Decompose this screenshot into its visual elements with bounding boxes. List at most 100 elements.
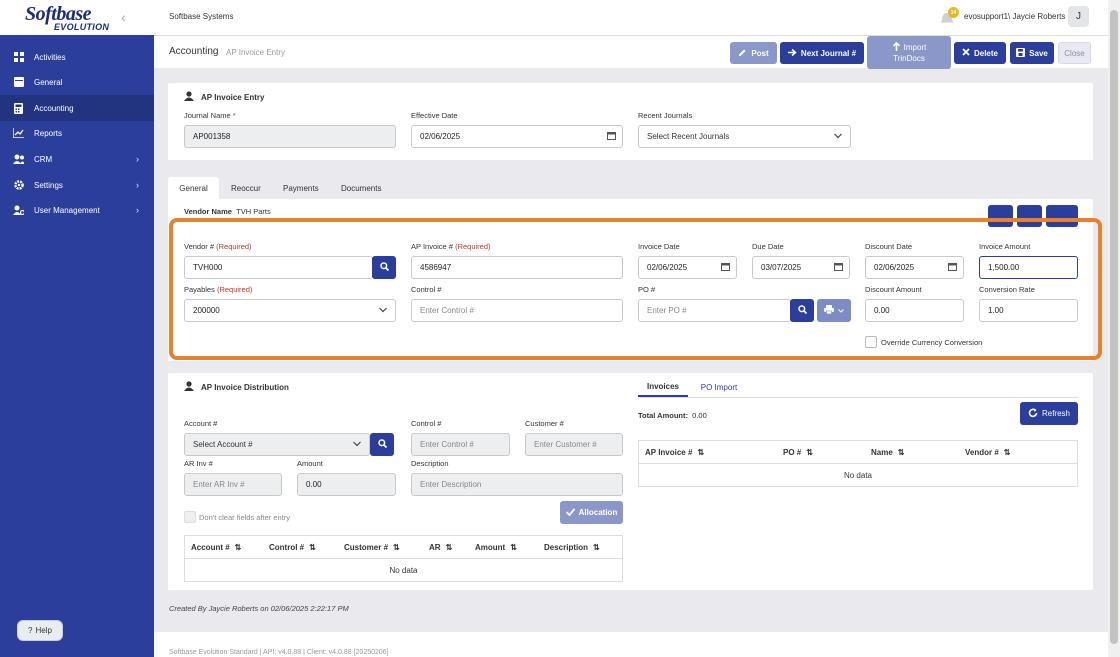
ar-inv-label: AR Inv #: [184, 459, 213, 468]
customer-field[interactable]: Enter Customer #: [525, 433, 623, 456]
journal-name-value: AP001358: [193, 132, 231, 141]
required-star: *: [232, 111, 236, 120]
footer-text: Softbase Evolution Standard | API: v4.0.…: [169, 649, 389, 656]
scrollbar[interactable]: [1108, 0, 1120, 657]
import-label: Import: [903, 43, 927, 52]
post-button[interactable]: Post: [730, 42, 777, 64]
avatar[interactable]: J: [1068, 6, 1089, 27]
tab-documents[interactable]: Documents: [341, 184, 381, 193]
refresh-button[interactable]: Refresh: [1020, 402, 1078, 425]
ar-inv-field[interactable]: Enter AR Inv #: [184, 473, 282, 496]
sidebar-item-accounting[interactable]: Accounting: [0, 95, 154, 121]
account-search-button[interactable]: [370, 433, 394, 456]
collapse-sidebar-icon[interactable]: ‹: [121, 9, 126, 25]
col-name[interactable]: Name ⇅: [871, 448, 905, 457]
next-journal-button[interactable]: Next Journal #: [780, 42, 864, 64]
col-label: Name: [871, 448, 893, 457]
sidebar-item-label: Settings: [34, 180, 63, 190]
ar-inv-placeholder: Enter AR Inv #: [193, 480, 245, 489]
amount-field[interactable]: 0.00: [297, 473, 396, 496]
sidebar-item-reports[interactable]: Reports: [0, 120, 154, 146]
col-ar[interactable]: AR ⇅: [429, 543, 452, 552]
tab-payments[interactable]: Payments: [283, 184, 319, 193]
save-button[interactable]: Save: [1010, 42, 1054, 64]
close-button[interactable]: Close: [1058, 42, 1091, 64]
col-ap-invoice[interactable]: AP Invoice # ⇅: [645, 448, 704, 457]
col-customer[interactable]: Customer # ⇅: [344, 543, 400, 552]
no-data-text: No data: [389, 565, 418, 575]
chevron-down-icon: [353, 440, 361, 449]
tab-reoccur[interactable]: Reoccur: [231, 184, 261, 193]
dist-control-field[interactable]: Enter Control #: [411, 433, 510, 456]
recent-journals-select[interactable]: Select Recent Journals: [638, 125, 851, 148]
pencil-icon: [738, 48, 747, 59]
tab-label: Reoccur: [231, 184, 261, 193]
dont-clear-checkbox[interactable]: [184, 511, 196, 523]
effective-date-value: 02/06/2025: [420, 132, 461, 141]
help-button[interactable]: ? Help: [17, 620, 63, 641]
sidebar-item-crm[interactable]: CRM ›: [0, 146, 154, 172]
save-icon: [1016, 47, 1026, 59]
sort-icon: ⇅: [309, 543, 316, 552]
sidebar-item-settings[interactable]: Settings ›: [0, 172, 154, 198]
calculator-icon: [13, 102, 24, 114]
scrollbar-thumb[interactable]: [1110, 10, 1118, 644]
sort-icon: ⇅: [234, 543, 242, 552]
delete-label: Delete: [973, 48, 998, 58]
sidebar-item-user-management[interactable]: User Management ›: [0, 197, 154, 223]
tab-label: PO Import: [700, 383, 738, 392]
close-label: Close: [1064, 48, 1085, 58]
notification-badge: 14: [948, 7, 959, 18]
total-amount: Total Amount: 0.00: [638, 411, 707, 420]
col-vendor[interactable]: Vendor # ⇅: [965, 448, 1011, 457]
tab-general[interactable]: General: [168, 177, 219, 199]
created-by-text: Created By Jaycie Roberts on 02/06/2025 …: [169, 604, 349, 613]
close-icon: [962, 48, 970, 58]
logo: Softbase EVOLUTION ‹: [0, 0, 154, 35]
tab-label: Payments: [283, 184, 319, 193]
save-label: Save: [1029, 48, 1048, 58]
distribution-title: AP Invoice Distribution: [184, 381, 289, 393]
calendar-icon[interactable]: [607, 131, 616, 142]
amount-value: 0.00: [306, 480, 322, 489]
sidebar-item-activities[interactable]: Activities: [0, 44, 154, 70]
journal-name-field[interactable]: AP001358: [184, 125, 396, 148]
user-label[interactable]: evosupport1\ Jaycie Roberts: [964, 12, 1065, 21]
table-icon: [13, 77, 24, 88]
tab-divider: [638, 397, 1078, 398]
vendor-name-label: Vendor Name TVH Parts: [184, 207, 271, 216]
total-amount-label: Total Amount:: [638, 411, 688, 420]
journal-name-label: Journal Name *: [184, 111, 236, 120]
col-amount[interactable]: Amount ⇅: [475, 543, 517, 552]
topbar: Softbase Systems 14 evosupport1\ Jaycie …: [154, 0, 1109, 35]
search-icon: [377, 439, 387, 450]
sort-icon: ⇅: [593, 543, 600, 552]
sidebar-item-general[interactable]: General: [0, 69, 154, 95]
allocation-button[interactable]: Allocation: [560, 501, 623, 524]
distribution-title-text: AP Invoice Distribution: [201, 382, 289, 392]
account-select[interactable]: Select Account #: [184, 433, 370, 456]
refresh-label: Refresh: [1041, 409, 1070, 418]
footer: Softbase Evolution Standard | API: v4.0.…: [154, 632, 1109, 657]
delete-button[interactable]: Delete: [954, 42, 1006, 64]
description-field[interactable]: Enter Description: [411, 473, 623, 496]
description-placeholder: Enter Description: [420, 480, 482, 489]
col-label: Account #: [191, 543, 230, 552]
vendor-name-label-text: Vendor Name: [184, 207, 232, 216]
col-account[interactable]: Account # ⇅: [191, 543, 241, 552]
tab-invoices[interactable]: Invoices: [638, 378, 688, 397]
effective-date-field[interactable]: 02/06/2025: [411, 125, 623, 148]
col-control[interactable]: Control # ⇅: [269, 543, 316, 552]
sidebar-item-label: Activities: [34, 52, 66, 62]
question-icon: ?: [28, 626, 33, 635]
col-label: PO #: [783, 448, 802, 457]
col-description[interactable]: Description ⇅: [544, 543, 600, 552]
tab-po-import[interactable]: PO Import: [692, 378, 746, 397]
chevron-right-icon: ›: [136, 180, 139, 190]
recent-journals-label: Recent Journals: [638, 111, 693, 120]
sidebar-item-label: Accounting: [34, 103, 74, 113]
import-trindocs-button[interactable]: Import TrinDocs: [867, 36, 951, 69]
col-po[interactable]: PO # ⇅: [783, 448, 813, 457]
sort-icon: ⇅: [806, 448, 813, 457]
no-data-text: No data: [843, 470, 873, 480]
